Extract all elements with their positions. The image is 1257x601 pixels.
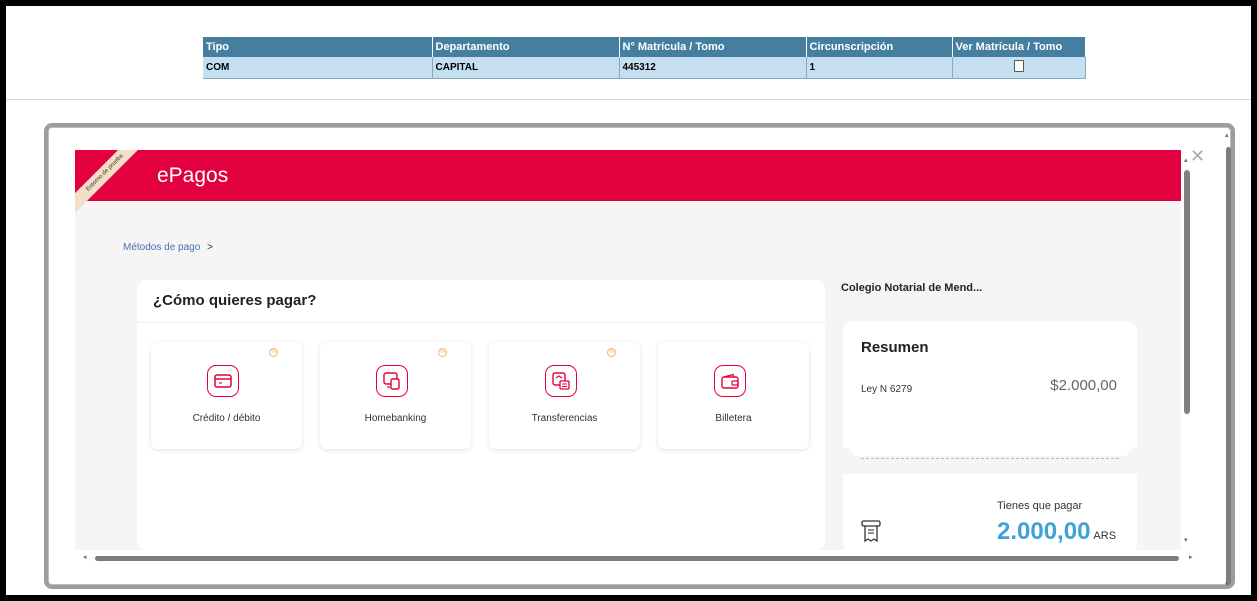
summary-card: Resumen Ley N 6279 $2.000,00 — [833, 321, 1147, 467]
total-amount: 2.000,00 ARS — [997, 518, 1116, 546]
credit-card-icon — [207, 365, 239, 397]
bank-transfer-icon — [545, 365, 577, 397]
cell-matricula: 445312 — [619, 57, 807, 79]
breadcrumb: Métodos de pago > — [123, 242, 213, 253]
method-label: Transferencias — [531, 413, 598, 424]
cell-ver-matricula — [952, 57, 1086, 79]
method-credit-debit[interactable]: % Crédito / débito — [151, 342, 302, 449]
method-label: Crédito / débito — [192, 413, 261, 424]
brand-logo: ePagos — [157, 164, 229, 187]
cell-tipo: COM — [203, 57, 433, 79]
summary-item: Ley N 6279 — [861, 384, 913, 395]
promo-tag-icon: % — [438, 348, 447, 357]
ticket-divider — [861, 458, 1119, 459]
method-wallet[interactable]: Billetera — [658, 342, 809, 449]
homebanking-icon — [376, 365, 408, 397]
promo-tag-icon: % — [269, 348, 278, 357]
horizontal-scrollbar[interactable] — [95, 556, 1179, 561]
inner-vertical-scrollbar[interactable] — [1184, 170, 1190, 414]
table-header-row: Tipo Departamento N° Matrícula / Tomo Ci… — [203, 37, 1086, 57]
col-header-matricula: N° Matrícula / Tomo — [619, 37, 807, 57]
col-header-tipo: Tipo — [203, 37, 433, 57]
method-homebanking[interactable]: % Homebanking — [320, 342, 471, 449]
method-transfer[interactable]: % Transferencias — [489, 342, 640, 449]
ticket-notch — [833, 447, 853, 467]
scroll-down-arrow-icon[interactable]: ▾ — [1184, 536, 1188, 544]
epagos-frame: ePagos Entorno de prueba Métodos de pago… — [75, 150, 1181, 550]
registry-table: Tipo Departamento N° Matrícula / Tomo Ci… — [203, 37, 1086, 79]
cell-departamento: CAPITAL — [432, 57, 620, 79]
method-label: Homebanking — [364, 413, 427, 424]
col-header-departamento: Departamento — [432, 37, 620, 57]
scroll-left-arrow-icon[interactable]: ◂ — [83, 553, 87, 561]
total-label: Tienes que pagar — [997, 500, 1083, 512]
method-label: Billetera — [715, 413, 752, 424]
summary-amount: $2.000,00 — [1050, 377, 1117, 394]
scroll-up-arrow-icon[interactable]: ▴ — [1184, 156, 1188, 164]
browser-frame: Tipo Departamento N° Matrícula / Tomo Ci… — [6, 6, 1251, 595]
page-scroll-down-arrow-icon[interactable]: ▾ — [1225, 580, 1229, 588]
total-value: 2.000,00 — [997, 518, 1091, 545]
payment-question: ¿Cómo quieres pagar? — [153, 292, 317, 309]
breadcrumb-separator: > — [207, 242, 213, 253]
page-scroll-up-arrow-icon[interactable]: ▴ — [1225, 131, 1229, 139]
payment-dialog: ePagos Entorno de prueba Métodos de pago… — [48, 127, 1231, 585]
wallet-icon — [714, 365, 746, 397]
total-box: Tienes que pagar 2.000,00 ARS — [843, 474, 1137, 550]
cell-circunscripcion: 1 — [806, 57, 953, 79]
breadcrumb-payment-methods[interactable]: Métodos de pago — [123, 242, 200, 253]
payment-methods-card: ¿Cómo quieres pagar? % Crédito / débito … — [137, 280, 825, 550]
registry-section: Tipo Departamento N° Matrícula / Tomo Ci… — [6, 6, 1251, 100]
col-header-ver-matricula: Ver Matrícula / Tomo — [952, 37, 1086, 57]
table-row: COM CAPITAL 445312 1 — [203, 57, 1086, 79]
document-icon[interactable] — [1013, 59, 1024, 72]
summary-title: Resumen — [861, 339, 929, 356]
promo-tag-icon: % — [607, 348, 616, 357]
ticket-notch — [1127, 447, 1147, 467]
divider — [137, 322, 825, 323]
brand-bar: ePagos — [75, 150, 1181, 201]
col-header-circunscripcion: Circunscripción — [806, 37, 953, 57]
receipt-icon — [861, 520, 881, 547]
close-icon[interactable]: ✕ — [1190, 146, 1205, 167]
scroll-right-arrow-icon[interactable]: ▸ — [1189, 553, 1193, 561]
merchant-name: Colegio Notarial de Mend... — [841, 282, 983, 294]
page-vertical-scrollbar[interactable] — [1226, 147, 1231, 585]
currency: ARS — [1093, 530, 1117, 542]
